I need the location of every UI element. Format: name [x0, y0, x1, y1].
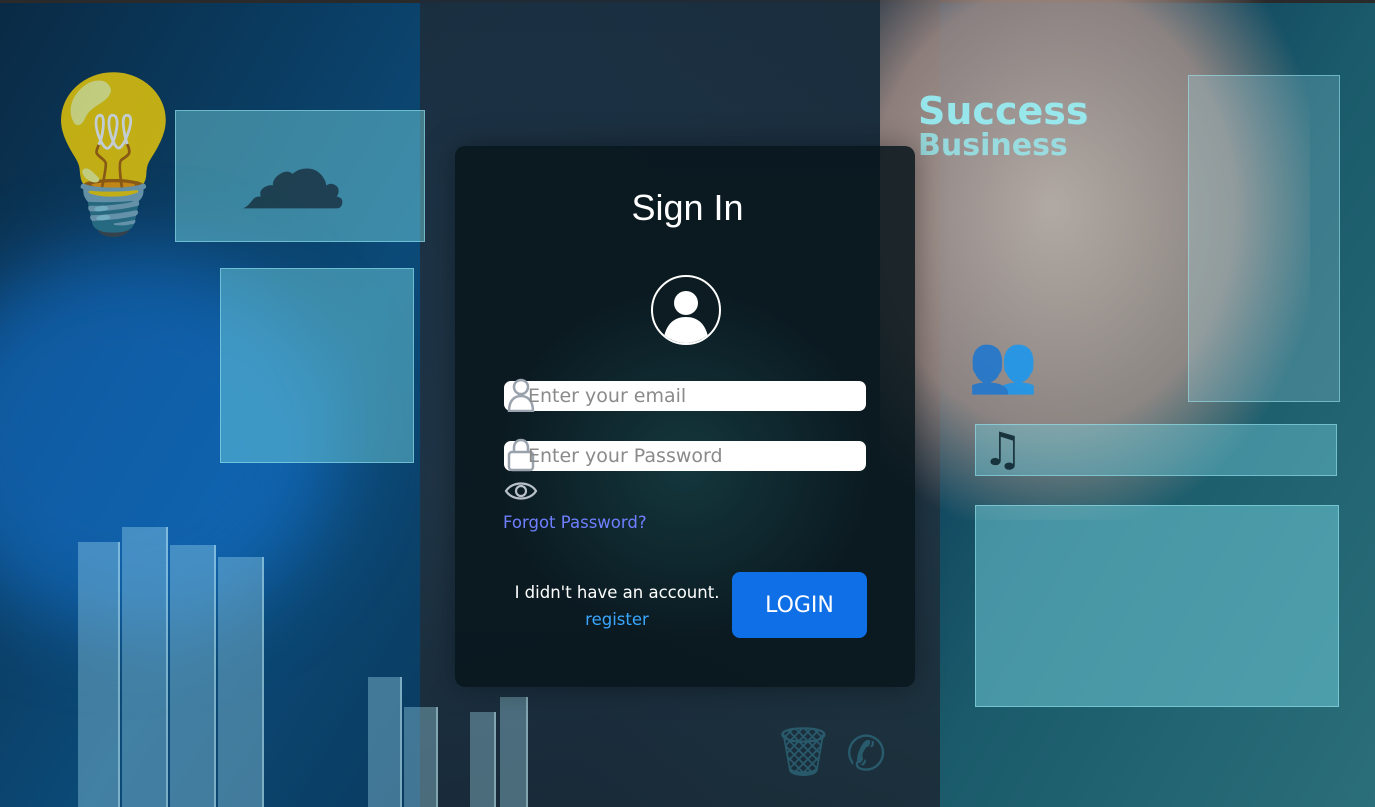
- background-bar: [170, 545, 216, 807]
- background-chart-panel: [975, 505, 1339, 707]
- register-link[interactable]: register: [500, 609, 734, 631]
- email-field: [504, 378, 866, 412]
- background-subline: Business: [918, 128, 1068, 163]
- email-input[interactable]: [528, 381, 858, 411]
- background-person-panel: [220, 268, 414, 463]
- background-bar: [470, 712, 496, 807]
- user-avatar-icon: [651, 275, 721, 345]
- background-bar: [368, 677, 402, 807]
- background-music-panel: [975, 424, 1337, 476]
- page-title: Sign In: [631, 187, 744, 228]
- no-account-text: I didn't have an account.: [514, 583, 720, 602]
- background-side-panel: [1188, 75, 1340, 402]
- forgot-password-link[interactable]: Forgot Password?: [503, 512, 647, 534]
- background-bar: [122, 527, 168, 807]
- trash-icon: 🗑: [773, 724, 834, 780]
- background-bar: [218, 557, 264, 807]
- background-bar: [404, 707, 438, 807]
- people-icon: 👥: [968, 332, 1038, 397]
- password-field: [504, 438, 866, 472]
- eye-icon[interactable]: [504, 477, 538, 505]
- music-note-icon: ♫: [982, 422, 1024, 476]
- login-page: ☁ 💡 ♫ Success Business 👥 🗑 ✆ Sign In Ent…: [0, 0, 1375, 807]
- background-bar: [500, 697, 528, 807]
- password-input[interactable]: [528, 441, 858, 471]
- login-button[interactable]: LOGIN: [732, 572, 867, 638]
- background-bar: [78, 542, 120, 807]
- phone-icon: ✆: [846, 726, 887, 782]
